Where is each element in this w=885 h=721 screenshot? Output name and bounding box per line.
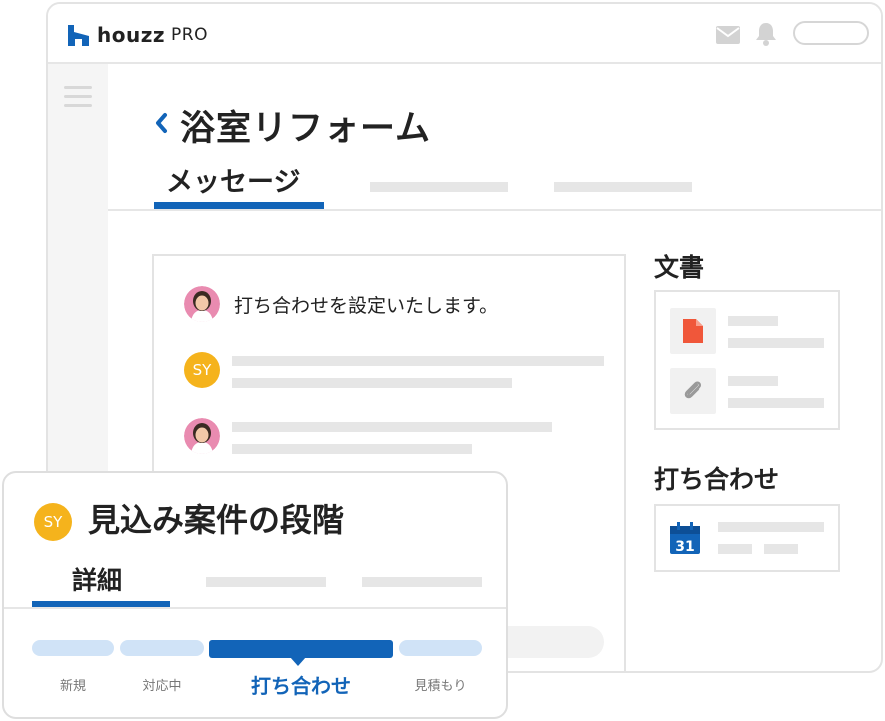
calendar-day: 31 bbox=[675, 539, 694, 554]
calendar-icon: 31 bbox=[670, 522, 700, 554]
stage-label-new: 新規 bbox=[59, 679, 86, 694]
message-item: SY bbox=[184, 352, 220, 388]
tab-placeholder[interactable] bbox=[362, 577, 482, 587]
meeting-card[interactable]: 31 bbox=[654, 504, 840, 572]
meeting-heading: 打ち合わせ bbox=[654, 465, 780, 494]
houzz-pro-logo[interactable]: houzz PRO bbox=[68, 23, 208, 47]
tabs-divider bbox=[108, 209, 881, 211]
page-title: 浴室リフォーム bbox=[180, 109, 431, 149]
documents-heading: 文書 bbox=[654, 253, 705, 282]
user-avatar-initials: SY bbox=[184, 352, 220, 388]
back-chevron-icon[interactable] bbox=[154, 112, 168, 134]
message-line-placeholder bbox=[232, 444, 472, 454]
document-line-placeholder bbox=[728, 316, 778, 326]
meeting-line-placeholder bbox=[764, 544, 798, 554]
document-item[interactable] bbox=[670, 308, 716, 354]
logo-suffix: PRO bbox=[171, 25, 208, 45]
mail-icon[interactable] bbox=[716, 26, 740, 44]
user-avatar bbox=[184, 286, 220, 322]
stage-label-meeting: 打ち合わせ bbox=[251, 674, 351, 698]
user-avatar bbox=[184, 418, 220, 454]
stage-label-in-progress: 対応中 bbox=[142, 679, 182, 694]
message-line-placeholder bbox=[232, 356, 604, 366]
stage-segment-meeting[interactable] bbox=[209, 640, 393, 658]
message-item: 打ち合わせを設定いたします。 bbox=[184, 286, 498, 322]
tab-placeholder[interactable] bbox=[206, 577, 326, 587]
message-item bbox=[184, 418, 220, 454]
stage-pointer-icon bbox=[290, 657, 306, 666]
pdf-file-icon bbox=[683, 319, 703, 343]
tab-messages[interactable]: メッセージ bbox=[166, 160, 300, 199]
tab-placeholder[interactable] bbox=[370, 182, 508, 192]
documents-card bbox=[654, 290, 840, 430]
document-line-placeholder bbox=[728, 338, 824, 348]
lead-stage-title: 見込み案件の段階 bbox=[88, 501, 345, 539]
stage-segment-new[interactable] bbox=[32, 640, 114, 656]
bell-icon[interactable] bbox=[755, 22, 777, 46]
stage-segment-estimate[interactable] bbox=[399, 640, 482, 656]
houzz-logo-icon bbox=[68, 24, 89, 46]
account-pill[interactable] bbox=[793, 21, 869, 45]
stage-label-estimate: 見積もり bbox=[414, 679, 467, 694]
attachment-item[interactable] bbox=[670, 368, 716, 414]
tab-placeholder[interactable] bbox=[554, 182, 692, 192]
document-line-placeholder bbox=[728, 398, 824, 408]
meeting-line-placeholder bbox=[718, 544, 752, 554]
meeting-line-placeholder bbox=[718, 522, 824, 532]
message-line-placeholder bbox=[232, 378, 512, 388]
stage-segment-in-progress[interactable] bbox=[120, 640, 204, 656]
tab-details[interactable]: 詳細 bbox=[72, 561, 122, 597]
lead-avatar-initials: SY bbox=[34, 503, 72, 541]
menu-icon[interactable] bbox=[64, 86, 92, 113]
top-bar: houzz PRO bbox=[48, 4, 881, 64]
message-text: 打ち合わせを設定いたします。 bbox=[234, 294, 499, 317]
document-line-placeholder bbox=[728, 376, 778, 386]
paperclip-icon bbox=[684, 381, 702, 399]
tabs-divider bbox=[4, 607, 506, 609]
message-line-placeholder bbox=[232, 422, 552, 432]
logo-text: houzz bbox=[97, 23, 165, 47]
lead-stage-card: SY 見込み案件の段階 詳細 新規 対応中 打ち合わせ 見積もり bbox=[2, 471, 508, 719]
